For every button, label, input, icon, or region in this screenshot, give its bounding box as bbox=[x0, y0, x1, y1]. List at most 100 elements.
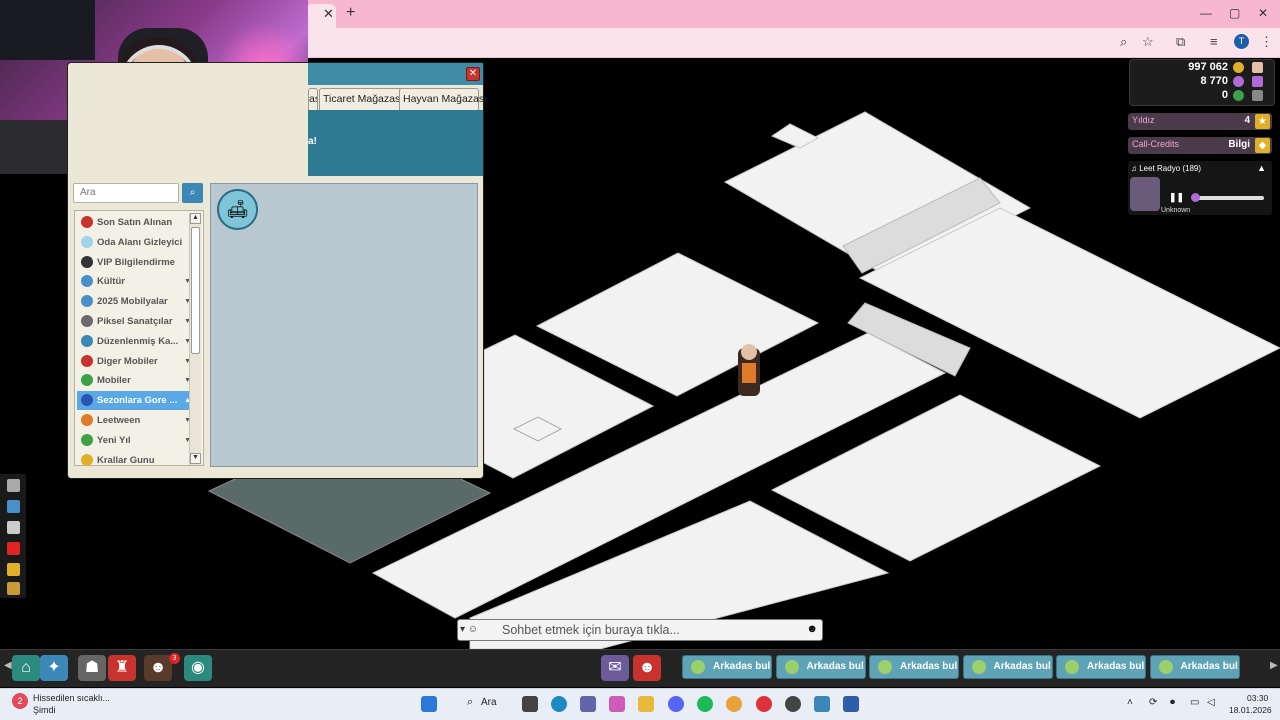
thumbs-up-icon[interactable] bbox=[7, 563, 20, 576]
banner-text: a! bbox=[308, 136, 317, 147]
catalog-header[interactable] bbox=[308, 63, 483, 85]
category-item[interactable]: Mobiler ▼ bbox=[77, 371, 193, 390]
category-item[interactable]: 2025 Mobilyalar ▼ bbox=[77, 292, 193, 311]
minimize-button[interactable]: — bbox=[1200, 6, 1212, 20]
chevron-left-icon[interactable]: ◀ bbox=[4, 660, 12, 671]
pin-icon[interactable] bbox=[7, 500, 20, 513]
robot-icon[interactable]: ☗ bbox=[78, 655, 106, 681]
find-friend-button[interactable]: Arkadas bul bbox=[775, 655, 866, 679]
tab-partial[interactable]: ası bbox=[308, 88, 318, 110]
find-friend-button[interactable]: Arkadas bul bbox=[962, 655, 1053, 679]
camera-icon[interactable]: ◉ bbox=[184, 655, 212, 681]
teams-icon[interactable] bbox=[580, 696, 596, 712]
diamonds-value: 0 bbox=[1221, 89, 1228, 101]
category-icon bbox=[81, 453, 93, 466]
tab-hayvan[interactable]: Hayvan Mağazası bbox=[399, 88, 487, 110]
search-button[interactable]: ⌕ bbox=[182, 183, 203, 203]
avatar-icon[interactable] bbox=[1252, 62, 1263, 73]
chevron-up-icon[interactable]: ˄ bbox=[1127, 697, 1133, 708]
close-window-button[interactable]: ✕ bbox=[1258, 6, 1268, 20]
tab-close-icon[interactable]: ✕ bbox=[323, 6, 334, 22]
category-item[interactable]: Kültür ▼ bbox=[77, 272, 193, 291]
mic-icon[interactable]: ⏺ bbox=[1170, 697, 1175, 708]
chevron-right-icon[interactable]: ▶ bbox=[1270, 660, 1278, 671]
new-tab-button[interactable]: + bbox=[346, 4, 355, 22]
chat-style-icon[interactable]: ▾ ☺ bbox=[460, 622, 490, 638]
weather-icon: 2 bbox=[12, 693, 28, 709]
youtube-icon[interactable] bbox=[7, 542, 20, 555]
note-icon[interactable] bbox=[7, 582, 20, 595]
network-icon[interactable]: ▭ bbox=[1190, 697, 1199, 708]
volume-icon[interactable]: ◁ bbox=[1207, 697, 1215, 708]
pause-button[interactable]: ❚❚ bbox=[1169, 192, 1184, 203]
sync-icon[interactable]: ⟳ bbox=[1149, 697, 1157, 708]
maximize-button[interactable]: ▢ bbox=[1229, 6, 1240, 20]
app-icon[interactable] bbox=[814, 696, 830, 712]
friend-avatar-icon[interactable]: ☻ bbox=[633, 655, 661, 681]
find-friend-button[interactable]: Arkadas bul bbox=[1149, 655, 1240, 679]
emoji-icon[interactable]: ☻ bbox=[806, 623, 818, 635]
gear-icon[interactable] bbox=[7, 479, 20, 492]
zoom-icon[interactable]: ⌕ bbox=[1120, 34, 1127, 50]
spotify-icon[interactable] bbox=[697, 696, 713, 712]
vpn-icon[interactable] bbox=[843, 696, 859, 712]
cam-monitor bbox=[0, 0, 95, 60]
games-icon[interactable]: ♜ bbox=[108, 655, 136, 681]
clock-time[interactable]: 03:30 bbox=[1247, 693, 1268, 703]
scroll-thumb[interactable] bbox=[191, 227, 200, 354]
star-icon: ★ bbox=[1255, 114, 1270, 129]
find-friend-button[interactable]: Arkadas bul bbox=[1056, 655, 1146, 679]
media-icon[interactable]: ≡ bbox=[1210, 34, 1218, 49]
task-view-icon[interactable] bbox=[522, 696, 538, 712]
find-friend-button[interactable]: Arkadas bul bbox=[682, 655, 772, 679]
obs-icon[interactable] bbox=[785, 696, 801, 712]
avatar-menu-icon[interactable]: ☻ bbox=[144, 655, 172, 681]
find-friend-button[interactable]: Arkadas bul bbox=[869, 655, 959, 679]
star-icon[interactable]: ☆ bbox=[1142, 34, 1154, 50]
menu-icon[interactable]: ⋮ bbox=[1260, 34, 1273, 50]
volume-slider[interactable] bbox=[1194, 196, 1264, 200]
copilot-icon[interactable] bbox=[609, 696, 625, 712]
category-item[interactable]: Oda Alanı Gizleyici bbox=[77, 233, 193, 252]
extensions-icon[interactable]: ⧉ bbox=[1176, 34, 1185, 50]
opera-icon[interactable] bbox=[756, 696, 772, 712]
category-item[interactable]: Krallar Gunu bbox=[77, 451, 193, 470]
search-icon[interactable]: ⌕ bbox=[467, 696, 473, 709]
volume-knob[interactable] bbox=[1191, 193, 1200, 202]
category-item[interactable]: VIP Bilgilendirme bbox=[77, 253, 193, 272]
product-icon[interactable]: 🛋 bbox=[217, 189, 258, 230]
tab-ticaret[interactable]: Ticaret Mağazası bbox=[319, 88, 407, 110]
messenger-icon[interactable]: ✉ bbox=[601, 655, 629, 681]
category-item[interactable]: Diger Mobiler ▼ bbox=[77, 352, 193, 371]
clock-date[interactable]: 18.01.2026 bbox=[1229, 705, 1272, 715]
category-icon bbox=[81, 334, 93, 347]
folder-icon[interactable] bbox=[638, 696, 654, 712]
list-icon[interactable] bbox=[7, 521, 20, 534]
catalog-close-button[interactable]: ✕ bbox=[466, 67, 480, 81]
navigator-icon[interactable]: ⌂ bbox=[12, 655, 40, 681]
category-item[interactable]: Leetween ▼ bbox=[77, 411, 193, 430]
chrome-icon[interactable] bbox=[726, 696, 742, 712]
category-item[interactable]: Son Satın Alınan bbox=[77, 213, 193, 232]
taskbar-search-label[interactable]: Ara bbox=[481, 697, 497, 708]
chevron-up-icon[interactable]: ▲ bbox=[1257, 163, 1266, 173]
catalog-search-input[interactable]: Ara bbox=[73, 183, 179, 203]
category-list: Son Satın Alınan Oda Alanı Gizleyici VIP B… bbox=[74, 210, 204, 466]
start-icon[interactable] bbox=[421, 696, 437, 712]
category-item[interactable]: Piksel Sanatçılar ▼ bbox=[77, 312, 193, 331]
club-icon[interactable] bbox=[1252, 76, 1263, 87]
settings-icon[interactable] bbox=[1252, 90, 1263, 101]
edge-icon[interactable] bbox=[551, 696, 567, 712]
weather-time: Şimdi bbox=[33, 705, 56, 715]
discord-icon[interactable] bbox=[668, 696, 684, 712]
profile-avatar[interactable]: T bbox=[1234, 34, 1249, 49]
category-scrollbar[interactable]: ▲ ▼ bbox=[189, 213, 201, 465]
category-item[interactable]: Sezonlara Gore ... ▲ bbox=[77, 391, 193, 411]
catalog-icon[interactable]: ✦ bbox=[40, 655, 68, 681]
category-item[interactable]: Düzenlenmiş Ka... ▼ bbox=[77, 332, 193, 351]
weather-text: Hissedilen sıcaklı... bbox=[33, 693, 111, 703]
scroll-up-icon[interactable]: ▲ bbox=[190, 213, 201, 224]
chat-input[interactable]: ▾ ☺ Sohbet etmek için buraya tıkla... ☻ bbox=[457, 619, 823, 641]
scroll-down-icon[interactable]: ▼ bbox=[190, 453, 201, 464]
category-item[interactable]: Yeni Yıl ▼ bbox=[77, 431, 193, 450]
